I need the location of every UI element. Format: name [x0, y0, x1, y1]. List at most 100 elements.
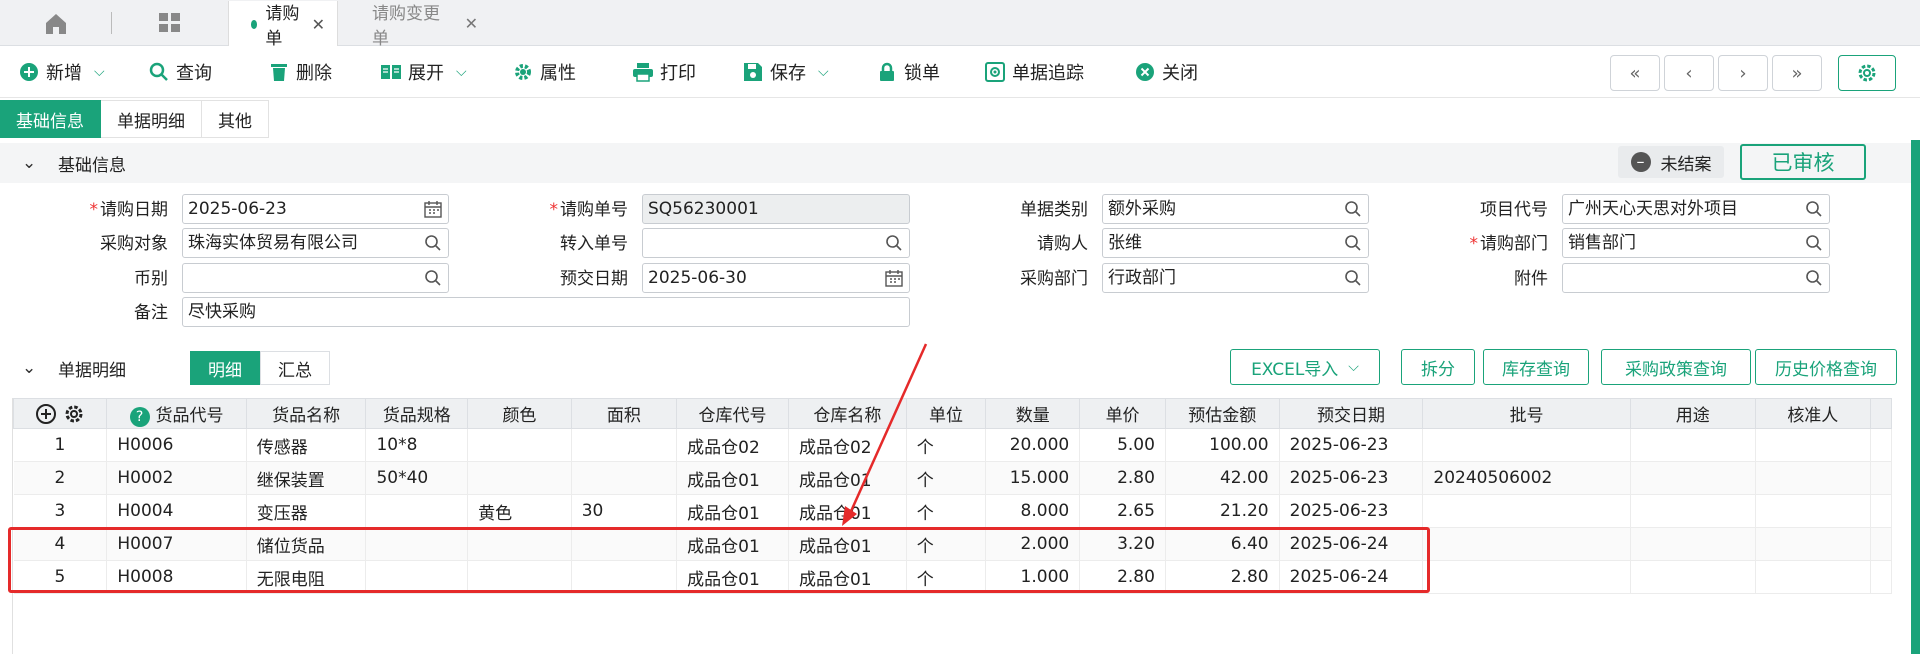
column-header[interactable]: 预交日期 [1278, 398, 1424, 429]
table-cell[interactable]: 8.000 [985, 494, 1081, 528]
seg-summary-button[interactable]: 汇总 [260, 351, 330, 385]
table-cell[interactable]: 15.000 [985, 461, 1081, 495]
chevron-down-icon[interactable]: ⌵ [818, 64, 829, 80]
table-cell[interactable]: 无限电阻 [246, 560, 367, 594]
table-cell[interactable]: 2.000 [985, 527, 1081, 561]
table-cell[interactable]: H0008 [106, 560, 247, 594]
req-dept-field[interactable]: 销售部门 [1562, 228, 1830, 258]
table-cell[interactable] [1755, 527, 1871, 561]
table-cell[interactable]: 2025-06-24 [1279, 560, 1424, 594]
home-icon[interactable] [40, 10, 72, 36]
table-cell[interactable] [571, 428, 678, 462]
table-cell[interactable] [1422, 494, 1631, 528]
tab-basic-info[interactable]: 基础信息 [0, 100, 101, 138]
calendar-icon[interactable] [885, 269, 903, 287]
chevron-down-icon[interactable]: ⌄ [22, 153, 38, 173]
table-cell[interactable]: 5.00 [1079, 428, 1166, 462]
table-cell[interactable]: 成品仓01 [676, 494, 789, 528]
print-button[interactable]: 打印 [632, 59, 696, 85]
column-header[interactable]: 单价 [1079, 398, 1166, 429]
table-cell[interactable]: 100.00 [1165, 428, 1280, 462]
table-cell[interactable]: 21.20 [1165, 494, 1280, 528]
save-button[interactable]: 保存 ⌵ [742, 59, 829, 85]
table-cell[interactable] [1422, 560, 1631, 594]
purchase-dept-field[interactable]: 行政部门 [1102, 263, 1369, 293]
excel-import-button[interactable]: EXCEL导入 ⌵ [1230, 349, 1380, 385]
table-cell[interactable]: 黄色 [467, 494, 572, 528]
table-cell[interactable] [1422, 428, 1631, 462]
table-cell[interactable]: 2025-06-23 [1279, 494, 1424, 528]
table-cell[interactable]: 20.000 [985, 428, 1081, 462]
table-cell[interactable]: 30 [571, 494, 678, 528]
apps-grid-icon[interactable] [158, 12, 182, 34]
settings-button[interactable] [1838, 55, 1896, 91]
column-header[interactable]: 预估金额 [1164, 398, 1280, 429]
table-cell[interactable]: 继保装置 [246, 461, 367, 495]
table-cell[interactable] [365, 494, 469, 528]
table-cell[interactable]: 10*8 [365, 428, 469, 462]
table-cell[interactable]: 2.80 [1079, 560, 1166, 594]
table-cell[interactable] [467, 428, 572, 462]
column-header[interactable]: 颜色 [467, 398, 572, 429]
column-header[interactable]: 核准人 [1754, 398, 1871, 429]
table-cell[interactable]: 2.80 [1079, 461, 1166, 495]
table-cell[interactable] [1422, 527, 1631, 561]
close-button[interactable]: 关闭 [1134, 59, 1198, 85]
column-header[interactable]: 仓库代号 [676, 398, 789, 429]
remark-field[interactable]: 尽快采购 [182, 297, 910, 327]
table-cell[interactable] [1755, 494, 1871, 528]
doc-type-field[interactable]: 额外采购 [1102, 194, 1369, 224]
search-icon[interactable] [1805, 234, 1823, 252]
delivery-date-field[interactable]: 2025-06-30 [642, 263, 910, 293]
search-icon[interactable] [1344, 200, 1362, 218]
prev-record-button[interactable]: ‹ [1664, 55, 1714, 91]
table-cell[interactable]: 1.000 [985, 560, 1081, 594]
currency-field[interactable] [182, 263, 449, 293]
table-cell[interactable]: H0004 [106, 494, 247, 528]
table-cell[interactable] [1630, 527, 1756, 561]
search-icon[interactable] [885, 234, 903, 252]
table-cell[interactable]: 变压器 [246, 494, 367, 528]
table-cell[interactable] [1630, 461, 1756, 495]
query-button[interactable]: 查询 [148, 59, 212, 85]
search-icon[interactable] [1805, 200, 1823, 218]
table-cell[interactable]: H0006 [106, 428, 247, 462]
table-cell[interactable]: 成品仓01 [788, 527, 907, 561]
table-row[interactable]: 4 H0007 储位货品 成品仓01 成品仓01 个 2.000 3.20 6.40 2025-0… [13, 527, 1893, 561]
chevron-down-icon[interactable]: ⌵ [94, 64, 105, 80]
table-cell[interactable]: 50*40 [365, 461, 469, 495]
attribute-button[interactable]: 属性 [512, 59, 576, 85]
table-row[interactable]: 5 H0008 无限电阻 成品仓01 成品仓01 个 1.000 2.80 2.80 2025-0… [13, 560, 1893, 594]
table-cell[interactable]: 个 [906, 527, 987, 561]
table-cell[interactable] [1755, 560, 1871, 594]
calendar-icon[interactable] [424, 200, 442, 218]
split-button[interactable]: 拆分 [1401, 349, 1475, 385]
table-cell[interactable] [571, 461, 678, 495]
close-icon[interactable]: ✕ [465, 14, 478, 33]
chevron-down-icon[interactable]: ⌵ [456, 64, 467, 80]
transfer-no-field[interactable] [642, 228, 910, 258]
help-icon[interactable]: ? [129, 406, 150, 427]
table-cell[interactable]: 成品仓01 [676, 461, 789, 495]
table-cell[interactable]: H0007 [106, 527, 247, 561]
search-icon[interactable] [1344, 269, 1362, 287]
table-cell[interactable]: 2025-06-23 [1279, 428, 1424, 462]
table-cell[interactable] [467, 560, 572, 594]
table-cell[interactable]: 成品仓02 [676, 428, 789, 462]
table-cell[interactable] [571, 527, 678, 561]
column-header[interactable]: 批号 [1422, 398, 1631, 429]
attachment-field[interactable] [1562, 263, 1830, 293]
stock-query-button[interactable]: 库存查询 [1483, 349, 1589, 385]
table-cell[interactable]: H0002 [106, 461, 247, 495]
new-button[interactable]: 新增 ⌵ [18, 59, 105, 85]
table-cell[interactable]: 传感器 [246, 428, 367, 462]
search-icon[interactable] [424, 234, 442, 252]
tab-purchase-change[interactable]: 请购变更单 ✕ [350, 1, 490, 49]
column-header[interactable]: ? 货品代号 [106, 398, 247, 429]
table-cell[interactable]: 储位货品 [246, 527, 367, 561]
price-history-button[interactable]: 历史价格查询 [1755, 349, 1897, 385]
search-icon[interactable] [424, 269, 442, 287]
table-cell[interactable] [1630, 560, 1756, 594]
seg-detail-button[interactable]: 明细 [190, 351, 260, 385]
first-record-button[interactable]: « [1610, 55, 1660, 91]
